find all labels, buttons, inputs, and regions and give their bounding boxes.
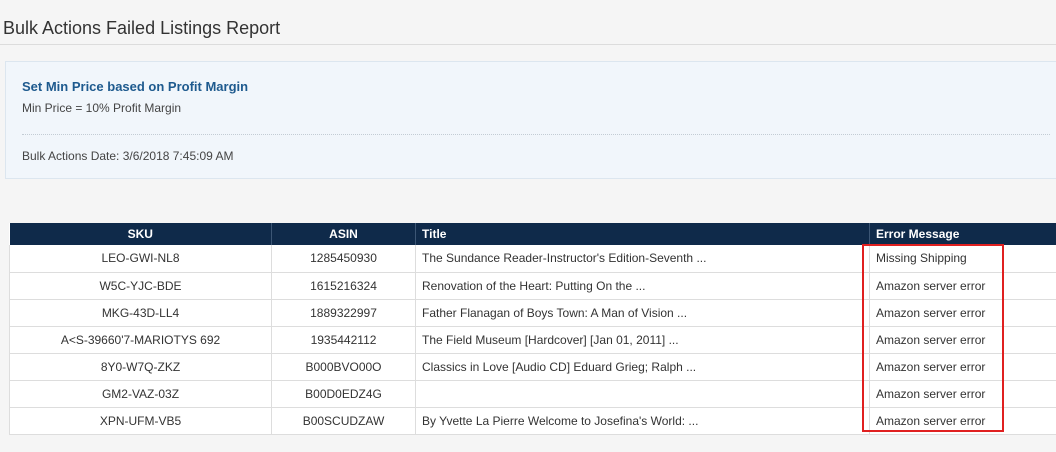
table-row: MKG-43D-LL4 1889322997 Father Flanagan o… — [9, 299, 1056, 327]
title-cell — [415, 380, 870, 408]
error-message-cell: Amazon server error — [869, 380, 1056, 408]
title-cell: Father Flanagan of Boys Town: A Man of V… — [415, 299, 870, 327]
asin-cell: B00D0EDZ4G — [271, 380, 416, 408]
asin-cell: 1285450930 — [271, 245, 416, 273]
sku-cell: XPN-UFM-VB5 — [9, 407, 272, 435]
table-row: W5C-YJC-BDE 1615216324 Renovation of the… — [9, 272, 1056, 300]
title-cell: Classics in Love [Audio CD] Eduard Grieg… — [415, 353, 870, 381]
column-header-asin[interactable]: ASIN — [271, 223, 416, 245]
asin-cell: 1615216324 — [271, 272, 416, 300]
error-message-cell: Missing Shipping — [869, 245, 1056, 273]
asin-cell: B000BVO00O — [271, 353, 416, 381]
asin-cell: 1889322997 — [271, 299, 416, 327]
column-header-sku[interactable]: SKU — [9, 223, 272, 245]
bulk-action-rule: Min Price = 10% Profit Margin — [22, 101, 182, 115]
page-title: Bulk Actions Failed Listings Report — [3, 18, 281, 38]
asin-cell: B00SCUDZAW — [271, 407, 416, 435]
column-header-error-message[interactable]: Error Message — [869, 223, 1056, 245]
error-message-cell: Amazon server error — [869, 272, 1056, 300]
sku-cell: LEO-GWI-NL8 — [9, 245, 272, 273]
title-divider — [0, 44, 1056, 45]
title-cell: The Sundance Reader-Instructor's Edition… — [415, 245, 870, 273]
title-cell: Renovation of the Heart: Putting On the … — [415, 272, 870, 300]
title-cell: The Field Museum [Hardcover] [Jan 01, 20… — [415, 326, 870, 354]
sku-cell: MKG-43D-LL4 — [9, 299, 272, 327]
error-message-cell: Amazon server error — [869, 353, 1056, 381]
sku-cell: W5C-YJC-BDE — [9, 272, 272, 300]
column-header-title[interactable]: Title — [415, 223, 870, 245]
table-row: A<S-39660'7-MARIOTYS 692 1935442112 The … — [9, 326, 1056, 354]
error-message-cell: Amazon server error — [869, 326, 1056, 354]
sku-cell: 8Y0-W7Q-ZKZ — [9, 353, 272, 381]
table-row: LEO-GWI-NL8 1285450930 The Sundance Read… — [9, 245, 1056, 273]
bulk-action-name: Set Min Price based on Profit Margin — [22, 79, 249, 94]
table-row: XPN-UFM-VB5 B00SCUDZAW By Yvette La Pier… — [9, 407, 1056, 435]
failed-listings-table: SKU ASIN Title Error Message LEO-GWI-NL8… — [9, 223, 1056, 435]
bulk-action-info-panel: Set Min Price based on Profit Margin Min… — [5, 61, 1056, 179]
info-divider — [22, 134, 1050, 135]
title-cell: By Yvette La Pierre Welcome to Josefina'… — [415, 407, 870, 435]
error-message-cell: Amazon server error — [869, 299, 1056, 327]
sku-cell: GM2-VAZ-03Z — [9, 380, 272, 408]
table-row: 8Y0-W7Q-ZKZ B000BVO00O Classics in Love … — [9, 353, 1056, 381]
error-message-cell: Amazon server error — [869, 407, 1056, 435]
bulk-actions-date: Bulk Actions Date: 3/6/2018 7:45:09 AM — [22, 149, 234, 163]
sku-cell: A<S-39660'7-MARIOTYS 692 — [9, 326, 272, 354]
asin-cell: 1935442112 — [271, 326, 416, 354]
table-row: GM2-VAZ-03Z B00D0EDZ4G Amazon server err… — [9, 380, 1056, 408]
table-header-row: SKU ASIN Title Error Message — [9, 223, 1056, 245]
